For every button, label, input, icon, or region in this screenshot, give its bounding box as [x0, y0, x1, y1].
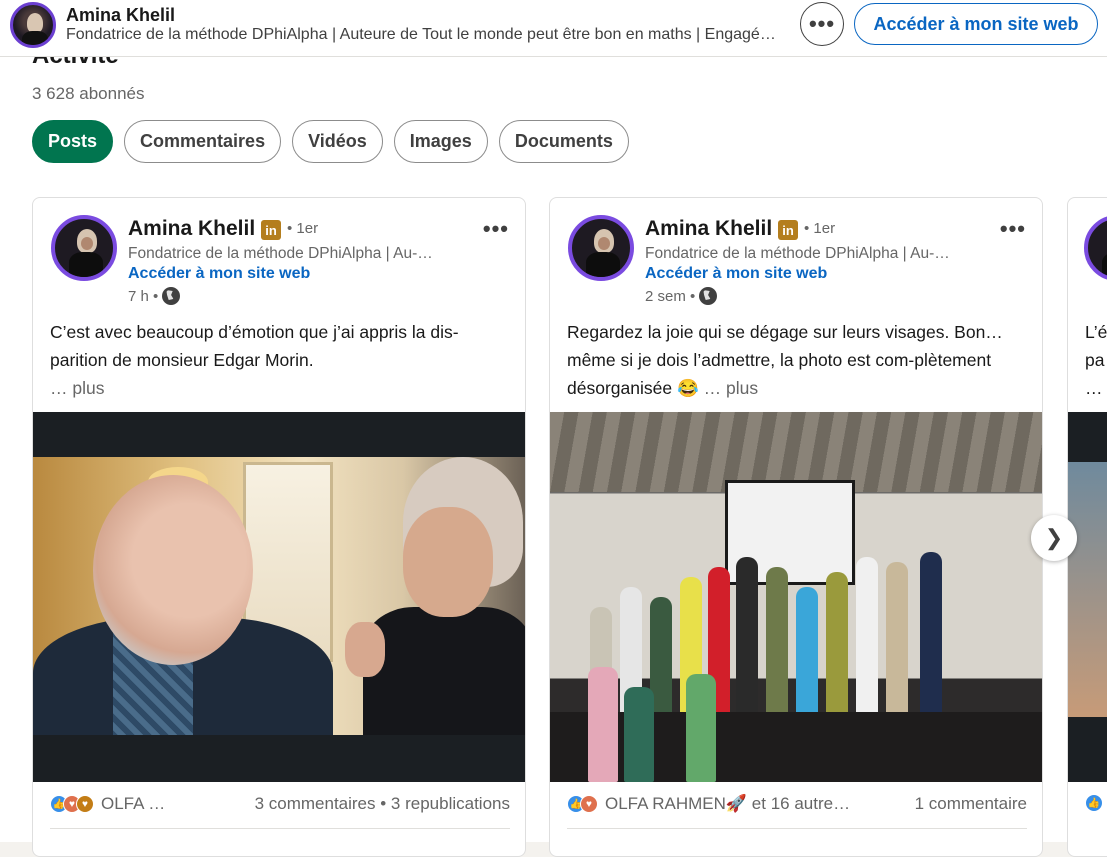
- site-link[interactable]: Accéder à mon site web: [128, 265, 310, 283]
- post-image[interactable]: [33, 412, 525, 782]
- see-more-link[interactable]: … plus: [50, 378, 104, 398]
- site-link[interactable]: Accéder à mon site web: [645, 265, 827, 283]
- author-name[interactable]: Amina Khelil: [645, 217, 772, 241]
- author-headline: Fondatrice de la méthode DPhiAlpha | Au-…: [645, 245, 950, 262]
- post-time-label: 7 h •: [128, 287, 159, 305]
- chevron-right-icon[interactable]: ❯: [1031, 515, 1077, 561]
- love-reaction-icon: ♥: [580, 795, 598, 813]
- divider: [50, 828, 510, 829]
- like-reaction-icon: 👍: [1085, 794, 1103, 812]
- globe-icon: [699, 287, 718, 305]
- social-counts: 👍 ♥ OLFA RAHMEN🚀 et 16 autre… 1 commenta…: [567, 794, 1027, 814]
- comments-reposts-count[interactable]: 3 commentaires • 3 republications: [255, 794, 510, 814]
- social-counts: 👍 ♥ ♥ OLFA … 3 commentaires • 3 republic…: [50, 794, 510, 814]
- globe-icon: [162, 287, 181, 305]
- support-reaction-icon: ♥: [76, 795, 94, 813]
- post-image[interactable]: [550, 412, 1042, 782]
- reactor-names[interactable]: OLFA RAHMEN🚀 et 16 autre…: [605, 794, 850, 814]
- post-text-line: pa: [1085, 350, 1105, 370]
- post-time: 2 sem •: [645, 287, 718, 305]
- profile-avatar[interactable]: [10, 2, 56, 48]
- reaction-icons[interactable]: 👍: [1085, 794, 1103, 812]
- post-time-label: 2 sem •: [645, 287, 696, 305]
- post-body: C’est avec beaucoup d’émotion que j’ai a…: [50, 322, 459, 370]
- reaction-icons[interactable]: 👍 ♥: [567, 795, 598, 813]
- author-avatar[interactable]: [1084, 215, 1107, 281]
- visit-site-button[interactable]: Accéder à mon site web: [854, 3, 1098, 45]
- reactor-names[interactable]: OLFA …: [101, 794, 165, 814]
- post-card: Amina Khelil in • 1er ••• Fondatrice de …: [32, 197, 526, 857]
- reaction-icons[interactable]: 👍 ♥ ♥: [50, 795, 94, 813]
- filter-posts[interactable]: Posts: [32, 120, 114, 163]
- post-text: C’est avec beaucoup d’émotion que j’ai a…: [50, 318, 510, 402]
- filter-comments[interactable]: Commentaires: [124, 120, 282, 163]
- post-text: L’é pa …: [1085, 318, 1107, 402]
- post-menu-icon[interactable]: •••: [1000, 216, 1026, 242]
- activity-page: Activité 3 628 abonnés Posts Commentaire…: [0, 0, 1107, 857]
- followers-count: 3 628 abonnés: [32, 84, 145, 103]
- profile-headline: Fondatrice de la méthode DPhiAlpha | Aut…: [66, 26, 776, 43]
- post-image[interactable]: [1068, 412, 1107, 782]
- linkedin-premium-icon: in: [261, 220, 281, 240]
- post-menu-icon[interactable]: •••: [483, 216, 509, 242]
- filter-videos[interactable]: Vidéos: [292, 120, 383, 163]
- profile-name: Amina Khelil: [66, 5, 176, 25]
- post-text: Regardez la joie qui se dégage sur leurs…: [567, 318, 1027, 402]
- post-card: Amina Khelil in • 1er ••• Fondatrice de …: [549, 197, 1043, 857]
- author-headline: Fondatrice de la méthode DPhiAlpha | Au-…: [128, 245, 433, 262]
- connection-degree: • 1er: [287, 220, 319, 237]
- post-text-line: L’é: [1085, 322, 1107, 342]
- filter-pills: Posts Commentaires Vidéos Images Documen…: [32, 120, 629, 163]
- sticky-profile-header: Amina Khelil Fondatrice de la méthode DP…: [0, 0, 1107, 57]
- filter-documents[interactable]: Documents: [498, 120, 629, 163]
- post-body: Regardez la joie qui se dégage sur leurs…: [567, 322, 1003, 398]
- filter-images[interactable]: Images: [393, 120, 488, 163]
- connection-degree: • 1er: [804, 220, 836, 237]
- author-avatar[interactable]: [51, 215, 117, 281]
- see-more-link[interactable]: … plus: [704, 378, 758, 398]
- post-text-line: …: [1085, 378, 1103, 398]
- more-options-icon[interactable]: •••: [800, 2, 844, 46]
- post-time: 7 h •: [128, 287, 181, 305]
- divider: [567, 828, 1027, 829]
- author-avatar[interactable]: [568, 215, 634, 281]
- linkedin-premium-icon: in: [778, 220, 798, 240]
- author-name[interactable]: Amina Khelil: [128, 217, 255, 241]
- comments-count[interactable]: 1 commentaire: [915, 794, 1027, 814]
- social-counts: 👍: [1085, 794, 1107, 812]
